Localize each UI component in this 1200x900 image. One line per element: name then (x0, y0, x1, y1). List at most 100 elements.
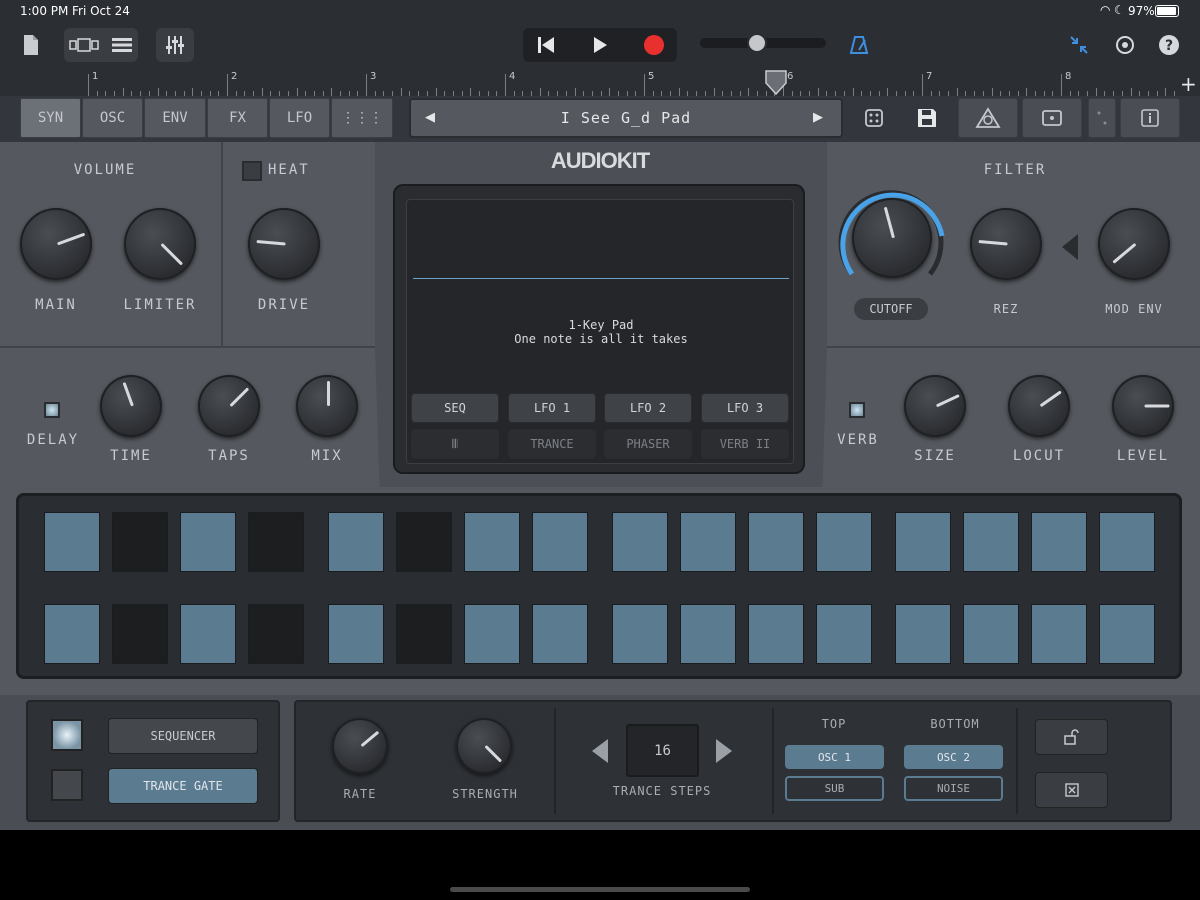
bottom-noise-button[interactable]: NOISE (904, 776, 1003, 801)
timeline-ruler[interactable]: 1 2 3 4 5 6 7 8 + (0, 70, 1200, 96)
sequencer-step[interactable] (180, 512, 236, 572)
bottom-osc2-button[interactable]: OSC 2 (904, 745, 1003, 769)
tab-lfo[interactable]: LFO (269, 98, 330, 138)
sequencer-step[interactable] (895, 604, 951, 664)
reverb-toggle[interactable] (849, 402, 865, 418)
sequencer-step[interactable] (112, 512, 168, 572)
screen-verb2-button[interactable]: VERB II (701, 429, 789, 459)
tab-osc[interactable]: OSC (82, 98, 143, 138)
reverb-size-knob[interactable] (904, 375, 966, 437)
screen-seq-button[interactable]: SEQ (411, 393, 499, 423)
sequencer-step[interactable] (532, 512, 588, 572)
screen-lfo2-button[interactable]: LFO 2 (604, 393, 692, 423)
screen-waveform-button[interactable]: 𝄃𝄃 (411, 429, 499, 459)
plus-icon[interactable]: + (1180, 72, 1197, 96)
sequencer-step[interactable] (44, 512, 100, 572)
document-icon[interactable] (14, 28, 48, 62)
sequencer-step[interactable] (1099, 512, 1155, 572)
tab-grid[interactable]: ⋮⋮⋮ (331, 98, 393, 138)
sequencer-step[interactable] (112, 604, 168, 664)
tab-fx[interactable]: FX (207, 98, 268, 138)
sequencer-step[interactable] (963, 604, 1019, 664)
clear-icon[interactable] (1035, 772, 1108, 808)
sequencer-step[interactable] (532, 604, 588, 664)
volume-slider-thumb[interactable] (746, 33, 767, 53)
sequencer-step[interactable] (748, 604, 804, 664)
sequencer-step[interactable] (464, 512, 520, 572)
preset-selector[interactable]: ◀ I See G_d Pad ▶ (409, 98, 843, 138)
sequencer-step[interactable] (895, 512, 951, 572)
screen-lfo3-button[interactable]: LFO 3 (701, 393, 789, 423)
dice-icon[interactable] (862, 106, 886, 134)
sequencer-step[interactable] (1031, 604, 1087, 664)
delay-toggle[interactable] (44, 402, 60, 418)
trance-gate-button[interactable]: TRANCE GATE (108, 768, 258, 804)
cutoff-knob[interactable] (852, 198, 932, 278)
skip-back-icon[interactable] (526, 28, 566, 62)
sequencer-step[interactable] (748, 512, 804, 572)
top-osc1-button[interactable]: OSC 1 (785, 745, 884, 769)
sequencer-step[interactable] (396, 604, 452, 664)
sequencer-step[interactable] (396, 512, 452, 572)
trance-gate-led[interactable] (51, 769, 83, 801)
sequencer-step[interactable] (612, 604, 668, 664)
master-volume-slider[interactable] (700, 33, 826, 53)
view-toggle-icon[interactable] (64, 28, 138, 62)
limiter-knob[interactable] (124, 208, 196, 280)
screen-phaser-button[interactable]: PHASER (604, 429, 692, 459)
steps-increment-icon[interactable] (714, 737, 734, 769)
screen-trance-button[interactable]: TRANCE (508, 429, 596, 459)
sequencer-step[interactable] (963, 512, 1019, 572)
rate-knob[interactable] (332, 718, 388, 774)
heat-toggle[interactable] (242, 161, 262, 181)
delay-time-knob[interactable] (100, 375, 162, 437)
tab-syn[interactable]: SYN (20, 98, 81, 138)
main-volume-knob[interactable] (20, 208, 92, 280)
top-sub-button[interactable]: SUB (785, 776, 884, 801)
sequencer-step[interactable] (328, 604, 384, 664)
preset-prev-icon[interactable]: ◀ (425, 110, 435, 125)
delay-mix-knob[interactable] (296, 375, 358, 437)
record-icon[interactable] (634, 28, 674, 62)
settings-icon[interactable] (1108, 28, 1142, 62)
save-icon[interactable] (915, 106, 939, 134)
info-icon[interactable] (1120, 98, 1180, 138)
metronome-icon[interactable] (842, 28, 876, 62)
preset-next-icon[interactable]: ▶ (813, 110, 823, 125)
audiokit-logo-button[interactable] (958, 98, 1018, 138)
sequencer-step[interactable] (328, 512, 384, 572)
sequencer-step[interactable] (44, 604, 100, 664)
unlock-icon[interactable] (1035, 719, 1108, 755)
sequencer-step[interactable] (816, 512, 872, 572)
play-icon[interactable] (580, 28, 620, 62)
strength-knob[interactable] (456, 718, 512, 774)
sequencer-button[interactable]: SEQUENCER (108, 718, 258, 754)
ruler-bar-number: 1 (92, 71, 99, 82)
mod-env-arrow-icon[interactable] (1060, 232, 1080, 266)
mixer-icon[interactable] (156, 28, 194, 62)
screen-toggle-icon[interactable] (1022, 98, 1082, 138)
sequencer-step[interactable] (248, 604, 304, 664)
sequencer-step[interactable] (1099, 604, 1155, 664)
sequencer-step[interactable] (816, 604, 872, 664)
collapse-arrows-icon[interactable] (1062, 28, 1096, 62)
sequencer-step[interactable] (248, 512, 304, 572)
sequencer-step[interactable] (464, 604, 520, 664)
sequencer-led[interactable] (51, 719, 83, 751)
sequencer-step[interactable] (680, 512, 736, 572)
sequencer-step[interactable] (612, 512, 668, 572)
screen-lfo1-button[interactable]: LFO 1 (508, 393, 596, 423)
reverb-locut-knob[interactable] (1008, 375, 1070, 437)
reverb-level-knob[interactable] (1112, 375, 1174, 437)
help-icon[interactable]: ? (1152, 28, 1186, 62)
tab-env[interactable]: ENV (144, 98, 206, 138)
mod-env-knob[interactable] (1098, 208, 1170, 280)
sequencer-step[interactable] (680, 604, 736, 664)
expand-icon[interactable] (1088, 98, 1116, 138)
delay-taps-knob[interactable] (198, 375, 260, 437)
steps-decrement-icon[interactable] (590, 737, 610, 769)
sequencer-step[interactable] (180, 604, 236, 664)
sequencer-step[interactable] (1031, 512, 1087, 572)
drive-knob[interactable] (248, 208, 320, 280)
resonance-knob[interactable] (970, 208, 1042, 280)
